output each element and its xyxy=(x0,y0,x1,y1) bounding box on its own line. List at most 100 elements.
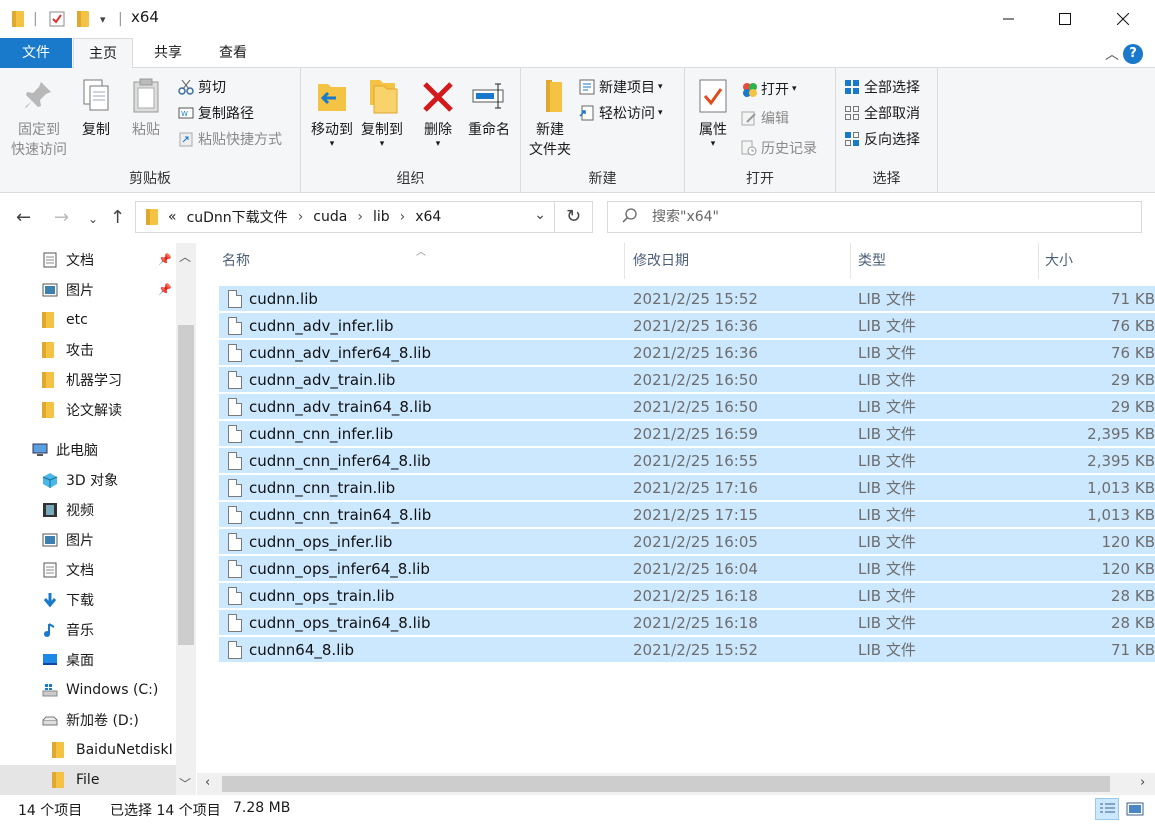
tab-view[interactable]: 查看 xyxy=(205,38,261,68)
tab-share[interactable]: 共享 xyxy=(140,38,196,68)
search-input[interactable] xyxy=(652,209,1052,225)
select-all-button[interactable]: 全部选择 xyxy=(844,76,920,98)
table-row[interactable]: cudnn_adv_infer.lib 2021/2/25 16:36 LIB 文件… xyxy=(219,313,1155,339)
sidebar-item-baidunetdisk[interactable]: BaiduNetdiskI xyxy=(52,735,176,765)
paste-button[interactable]: 粘贴 xyxy=(124,76,168,140)
breadcrumb-separator[interactable]: › xyxy=(298,209,304,225)
pin-icon[interactable]: 📌 xyxy=(158,253,172,266)
help-icon[interactable]: ? xyxy=(1123,44,1143,64)
customize-quick-access-icon[interactable]: ▾ xyxy=(100,8,106,30)
table-row[interactable]: cudnn_adv_infer64_8.lib 2021/2/25 16:36 LI… xyxy=(219,340,1155,366)
column-header-date[interactable]: 修改日期 xyxy=(633,243,689,279)
sidebar-item-pictures-quick[interactable]: 图片 xyxy=(42,275,94,305)
sidebar-item-downloads[interactable]: 下载 xyxy=(42,585,94,615)
up-arrow-icon[interactable]: ↑ xyxy=(110,207,125,228)
move-to-button[interactable]: 移动到 ▾ xyxy=(305,76,359,149)
sidebar-item-this-pc[interactable]: 此电脑 xyxy=(32,435,98,465)
breadcrumb-separator[interactable]: › xyxy=(357,209,363,225)
breadcrumb-item-cudnn[interactable]: cuDnn下载文件 xyxy=(187,207,288,227)
sidebar-item-file[interactable]: File xyxy=(0,765,176,795)
sidebar-item-drive-c[interactable]: Windows (C:) xyxy=(42,675,158,705)
column-header-name[interactable]: 名称 xyxy=(222,243,250,279)
properties-button[interactable]: 属性 ▾ xyxy=(689,76,737,149)
sidebar-item-drive-d[interactable]: 新加卷 (D:) xyxy=(42,705,139,735)
sidebar-scrollbar[interactable]: ︿ ﹀ xyxy=(176,243,196,795)
table-row[interactable]: cudnn_cnn_infer.lib 2021/2/25 16:59 LIB 文件… xyxy=(219,421,1155,447)
cut-button[interactable]: 剪切 xyxy=(178,76,226,98)
easy-access-button[interactable]: 轻松访问 ▾ xyxy=(579,102,663,124)
copy-button[interactable]: 复制 xyxy=(74,76,118,140)
horizontal-scroll-thumb[interactable] xyxy=(222,776,1110,792)
sidebar-item-documents[interactable]: 文档 xyxy=(42,555,94,585)
address-history-chevron-icon[interactable]: ⌄ xyxy=(534,207,546,223)
refresh-icon[interactable]: ↻ xyxy=(555,201,593,233)
sidebar-item-3d-objects[interactable]: 3D 对象 xyxy=(42,465,118,495)
table-row[interactable]: cudnn_adv_train.lib 2021/2/25 16:50 LIB 文件… xyxy=(219,367,1155,393)
breadcrumb-separator[interactable]: › xyxy=(400,209,406,225)
properties-quick-icon[interactable] xyxy=(49,8,65,30)
column-divider[interactable] xyxy=(850,243,851,279)
collapse-ribbon-icon[interactable]: ︿ xyxy=(1105,44,1119,64)
column-divider[interactable] xyxy=(1038,243,1039,279)
details-view-icon[interactable] xyxy=(1095,798,1119,820)
sidebar-scroll-thumb[interactable] xyxy=(178,325,194,645)
back-arrow-icon[interactable]: ← xyxy=(16,207,31,228)
table-row[interactable]: cudnn_cnn_train.lib 2021/2/25 17:16 LIB 文件… xyxy=(219,475,1155,501)
scroll-left-icon[interactable]: ‹ xyxy=(205,775,210,790)
sidebar-item-videos[interactable]: 视频 xyxy=(42,495,94,525)
column-header-size[interactable]: 大小 xyxy=(1045,243,1073,279)
search-box[interactable] xyxy=(607,201,1142,233)
breadcrumb-overflow[interactable]: « xyxy=(168,209,177,225)
scroll-up-icon[interactable]: ︿ xyxy=(179,248,191,265)
sidebar-item-documents-quick[interactable]: 文档 xyxy=(42,245,94,275)
scroll-right-icon[interactable]: › xyxy=(1140,775,1145,790)
table-row[interactable]: cudnn64_8.lib 2021/2/25 15:52 LIB 文件 71 KB xyxy=(219,637,1155,663)
pin-to-quick-access-button[interactable]: 固定到 快速访问 xyxy=(8,76,70,160)
paste-shortcut-button[interactable]: 粘贴快捷方式 xyxy=(178,128,282,150)
table-row[interactable]: cudnn.lib 2021/2/25 15:52 LIB 文件 71 KB xyxy=(219,286,1155,312)
forward-arrow-icon[interactable]: → xyxy=(54,207,69,228)
tab-home[interactable]: 主页 xyxy=(73,38,133,69)
new-folder-quick-icon[interactable] xyxy=(77,8,89,30)
table-row[interactable]: cudnn_ops_infer64_8.lib 2021/2/25 16:04 LI… xyxy=(219,556,1155,582)
new-item-button[interactable]: 新建项目 ▾ xyxy=(579,76,663,98)
history-button[interactable]: 历史记录 xyxy=(741,137,817,159)
sidebar-item-pictures[interactable]: 图片 xyxy=(42,525,94,555)
sidebar-item-paper-reading[interactable]: 论文解读 xyxy=(42,395,122,425)
breadcrumb-item-lib[interactable]: lib xyxy=(373,209,390,225)
table-row[interactable]: cudnn_cnn_infer64_8.lib 2021/2/25 16:55 LI… xyxy=(219,448,1155,474)
select-none-button[interactable]: 全部取消 xyxy=(844,102,920,124)
large-icons-view-icon[interactable] xyxy=(1123,798,1147,820)
sidebar-item-machine-learning[interactable]: 机器学习 xyxy=(42,365,122,395)
tab-file[interactable]: 文件 xyxy=(0,38,72,68)
pin-icon[interactable]: 📌 xyxy=(158,283,172,296)
table-row[interactable]: cudnn_ops_infer.lib 2021/2/25 16:05 LIB 文件… xyxy=(219,529,1155,555)
sidebar-item-music[interactable]: 音乐 xyxy=(42,615,94,645)
close-button[interactable] xyxy=(1094,0,1152,38)
new-folder-button[interactable]: 新建 文件夹 xyxy=(523,76,577,160)
table-row[interactable]: cudnn_adv_train64_8.lib 2021/2/25 16:50 LI… xyxy=(219,394,1155,420)
sidebar-item-attack[interactable]: 攻击 xyxy=(42,335,94,365)
invert-selection-button[interactable]: 反向选择 xyxy=(844,128,920,150)
minimize-button[interactable] xyxy=(980,0,1038,38)
rename-button[interactable]: 重命名 xyxy=(463,76,515,140)
breadcrumb-item-cuda[interactable]: cuda xyxy=(313,209,347,225)
table-row[interactable]: cudnn_ops_train.lib 2021/2/25 16:18 LIB 文件… xyxy=(219,583,1155,609)
copy-to-button[interactable]: 复制到 ▾ xyxy=(355,76,409,149)
table-row[interactable]: cudnn_cnn_train64_8.lib 2021/2/25 17:15 LI… xyxy=(219,502,1155,528)
maximize-button[interactable] xyxy=(1036,0,1094,38)
edit-button[interactable]: 编辑 xyxy=(741,107,789,129)
copy-path-button[interactable]: W 复制路径 xyxy=(178,102,254,124)
table-row[interactable]: cudnn_ops_train64_8.lib 2021/2/25 16:18 LI… xyxy=(219,610,1155,636)
address-bar[interactable]: « cuDnn下载文件 › cuda › lib › x64 ⌄ xyxy=(135,201,555,233)
file-list-horizontal-scrollbar[interactable]: ‹ › xyxy=(197,773,1155,795)
column-header-type[interactable]: 类型 xyxy=(858,243,886,279)
sidebar-item-desktop[interactable]: 桌面 xyxy=(42,645,94,675)
breadcrumb-item-x64[interactable]: x64 xyxy=(415,209,441,225)
recent-locations-chevron-icon[interactable]: ⌄ xyxy=(88,212,98,226)
open-button[interactable]: 打开 ▾ xyxy=(741,78,797,100)
sidebar-item-etc[interactable]: etc xyxy=(42,305,88,335)
column-divider[interactable] xyxy=(624,243,625,279)
delete-button[interactable]: 删除 ▾ xyxy=(415,76,461,149)
scroll-down-icon[interactable]: ﹀ xyxy=(179,775,191,792)
